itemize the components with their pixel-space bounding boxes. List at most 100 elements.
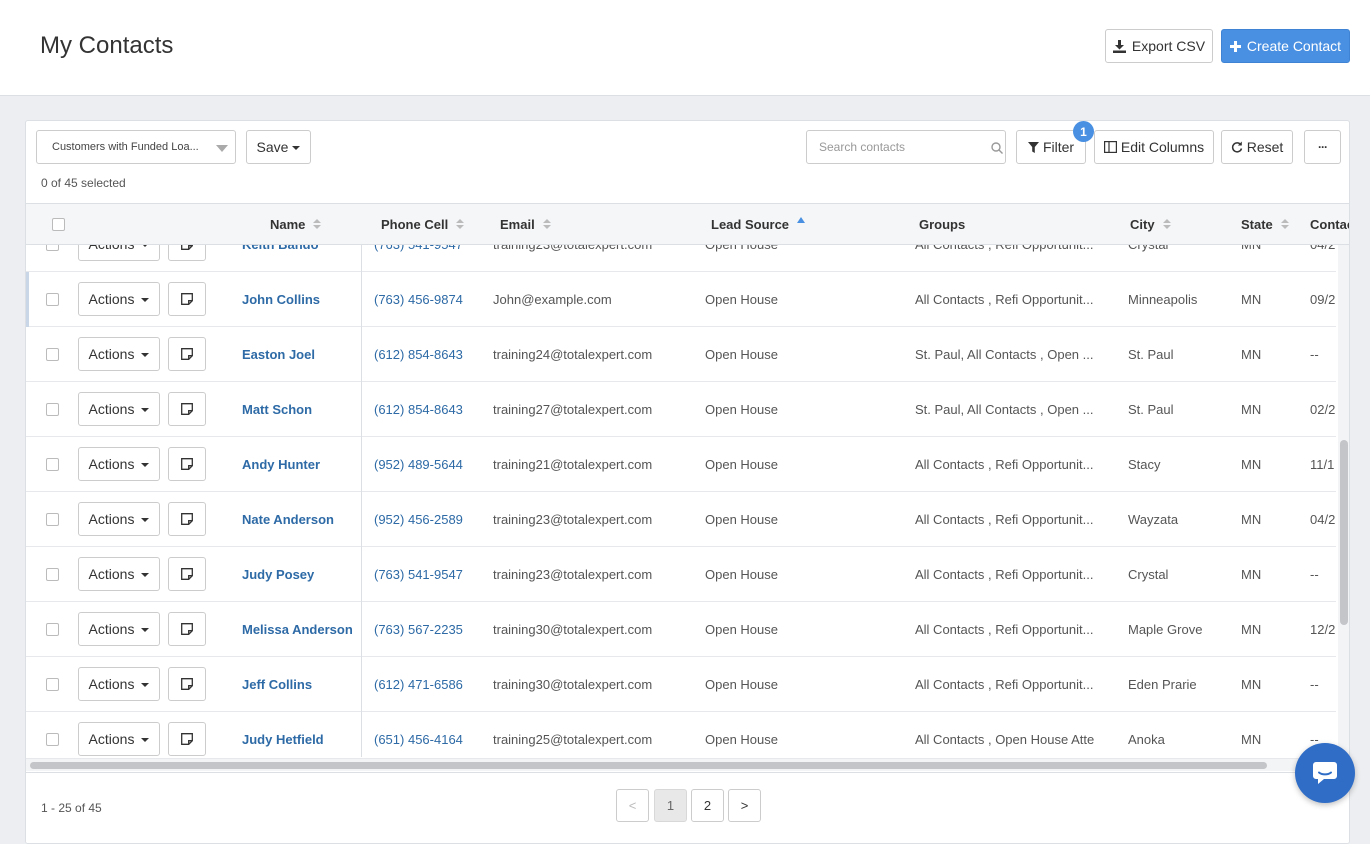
contact-name-link[interactable]: Jeff Collins: [242, 657, 364, 711]
column-header-groups[interactable]: Groups: [919, 204, 965, 244]
row-select-cell: [46, 547, 59, 601]
table-row[interactable]: Actions Jeff Collins (612) 471-6586 trai…: [26, 657, 1336, 712]
actions-label: Actions: [88, 566, 135, 582]
page-1-button[interactable]: 1: [654, 789, 687, 822]
table-row[interactable]: Actions Andy Hunter (952) 489-5644 train…: [26, 437, 1336, 492]
caret-down-icon: [141, 628, 150, 632]
row-actions-button[interactable]: Actions: [78, 502, 160, 536]
vertical-scroll-thumb[interactable]: [1340, 440, 1348, 625]
note-button[interactable]: [168, 392, 206, 426]
refresh-icon: [1231, 141, 1242, 153]
search-icon: [991, 142, 1003, 154]
horizontal-scrollbar[interactable]: [26, 758, 1349, 771]
phone-link[interactable]: (952) 456-2589: [374, 492, 484, 546]
edit-columns-button[interactable]: Edit Columns: [1094, 130, 1214, 164]
table-row[interactable]: Actions Matt Schon (612) 854-8643 traini…: [26, 382, 1336, 437]
horizontal-scroll-thumb[interactable]: [30, 762, 1267, 769]
note-button[interactable]: [168, 557, 206, 591]
row-actions-button[interactable]: Actions: [78, 722, 160, 756]
table-row[interactable]: Actions Judy Hetfield (651) 456-4164 tra…: [26, 712, 1336, 757]
row-actions-button[interactable]: Actions: [78, 282, 160, 316]
table-row[interactable]: Actions Easton Joel (612) 854-8643 train…: [26, 327, 1336, 382]
row-actions-button[interactable]: Actions: [78, 667, 160, 701]
table-row[interactable]: Actions Keith Bando (763) 541-9547 train…: [26, 245, 1336, 272]
row-checkbox[interactable]: [46, 457, 59, 471]
phone-link[interactable]: (952) 489-5644: [374, 437, 484, 491]
vertical-scrollbar[interactable]: [1338, 245, 1349, 757]
actions-label: Actions: [88, 291, 135, 307]
save-view-button[interactable]: Save: [246, 130, 311, 164]
create-contact-button[interactable]: Create Contact: [1221, 29, 1350, 63]
actions-label: Actions: [88, 731, 135, 747]
row-actions-button[interactable]: Actions: [78, 447, 160, 481]
table-row[interactable]: Actions Nate Anderson (952) 456-2589 tra…: [26, 492, 1336, 547]
row-checkbox[interactable]: [46, 402, 59, 416]
note-icon: [181, 403, 193, 415]
contact-name-link[interactable]: Andy Hunter: [242, 437, 364, 491]
phone-link[interactable]: (612) 471-6586: [374, 657, 484, 711]
note-button[interactable]: [168, 245, 206, 261]
row-checkbox[interactable]: [46, 347, 59, 361]
saved-view-select[interactable]: Customers with Funded Loa...: [36, 130, 236, 164]
contact-name-link[interactable]: Melissa Anderson: [242, 602, 364, 656]
column-header-name[interactable]: Name: [270, 204, 322, 244]
row-actions-button[interactable]: Actions: [78, 392, 160, 426]
note-button[interactable]: [168, 667, 206, 701]
note-button[interactable]: [168, 337, 206, 371]
row-checkbox[interactable]: [46, 292, 59, 306]
note-button[interactable]: [168, 447, 206, 481]
column-header-contact[interactable]: Contact: [1310, 204, 1349, 244]
column-header-phone[interactable]: Phone Cell: [381, 204, 465, 244]
phone-link[interactable]: (763) 541-9547: [374, 245, 484, 271]
table-row[interactable]: Actions John Collins (763) 456-9874 John…: [26, 272, 1336, 327]
note-button[interactable]: [168, 612, 206, 646]
row-actions-button[interactable]: Actions: [78, 612, 160, 646]
row-checkbox[interactable]: [46, 512, 59, 526]
edit-columns-label: Edit Columns: [1120, 139, 1205, 155]
reset-button[interactable]: Reset: [1221, 130, 1293, 164]
row-checkbox[interactable]: [46, 245, 59, 251]
note-button[interactable]: [168, 282, 206, 316]
column-header-state[interactable]: State: [1241, 204, 1289, 244]
export-csv-button[interactable]: Export CSV: [1105, 29, 1213, 63]
table-row[interactable]: Actions Judy Posey (763) 541-9547 traini…: [26, 547, 1336, 602]
phone-link[interactable]: (651) 456-4164: [374, 712, 484, 757]
phone-link[interactable]: (612) 854-8643: [374, 327, 484, 381]
prev-page-button[interactable]: <: [616, 789, 649, 822]
column-header-email[interactable]: Email: [500, 204, 551, 244]
contact-name-link[interactable]: John Collins: [242, 272, 364, 326]
row-select-cell: [46, 327, 59, 381]
phone-link[interactable]: (763) 541-9547: [374, 547, 484, 601]
more-options-button[interactable]: ···: [1304, 130, 1341, 164]
chat-launcher-button[interactable]: [1295, 743, 1355, 803]
row-checkbox[interactable]: [46, 622, 59, 636]
contact-name-link[interactable]: Judy Hetfield: [242, 712, 364, 757]
select-all-checkbox[interactable]: [52, 217, 65, 231]
page-2-button[interactable]: 2: [691, 789, 724, 822]
phone-link[interactable]: (763) 456-9874: [374, 272, 484, 326]
column-header-lead-source[interactable]: Lead Source: [711, 204, 806, 244]
chat-icon: [1313, 762, 1337, 784]
columns-icon: [1103, 141, 1117, 153]
note-button[interactable]: [168, 722, 206, 756]
note-button[interactable]: [168, 502, 206, 536]
row-actions-button[interactable]: Actions: [78, 337, 160, 371]
contact-name-link[interactable]: Nate Anderson: [242, 492, 364, 546]
row-checkbox[interactable]: [46, 732, 59, 746]
row-checkbox[interactable]: [46, 677, 59, 691]
filter-label: Filter: [1042, 139, 1075, 155]
phone-link[interactable]: (612) 854-8643: [374, 382, 484, 436]
row-checkbox[interactable]: [46, 567, 59, 581]
contact-name-link[interactable]: Judy Posey: [242, 547, 364, 601]
contact-name-link[interactable]: Keith Bando: [242, 245, 364, 271]
contact-name-link[interactable]: Easton Joel: [242, 327, 364, 381]
email-cell: training23@totalexpert.com: [493, 511, 653, 527]
next-page-button[interactable]: >: [728, 789, 761, 822]
row-actions-button[interactable]: Actions: [78, 245, 160, 261]
contact-name-link[interactable]: Matt Schon: [242, 382, 364, 436]
table-row[interactable]: Actions Melissa Anderson (763) 567-2235 …: [26, 602, 1336, 657]
phone-link[interactable]: (763) 567-2235: [374, 602, 484, 656]
row-actions-button[interactable]: Actions: [78, 557, 160, 591]
search-input[interactable]: [806, 130, 1006, 164]
column-header-city[interactable]: City: [1130, 204, 1171, 244]
